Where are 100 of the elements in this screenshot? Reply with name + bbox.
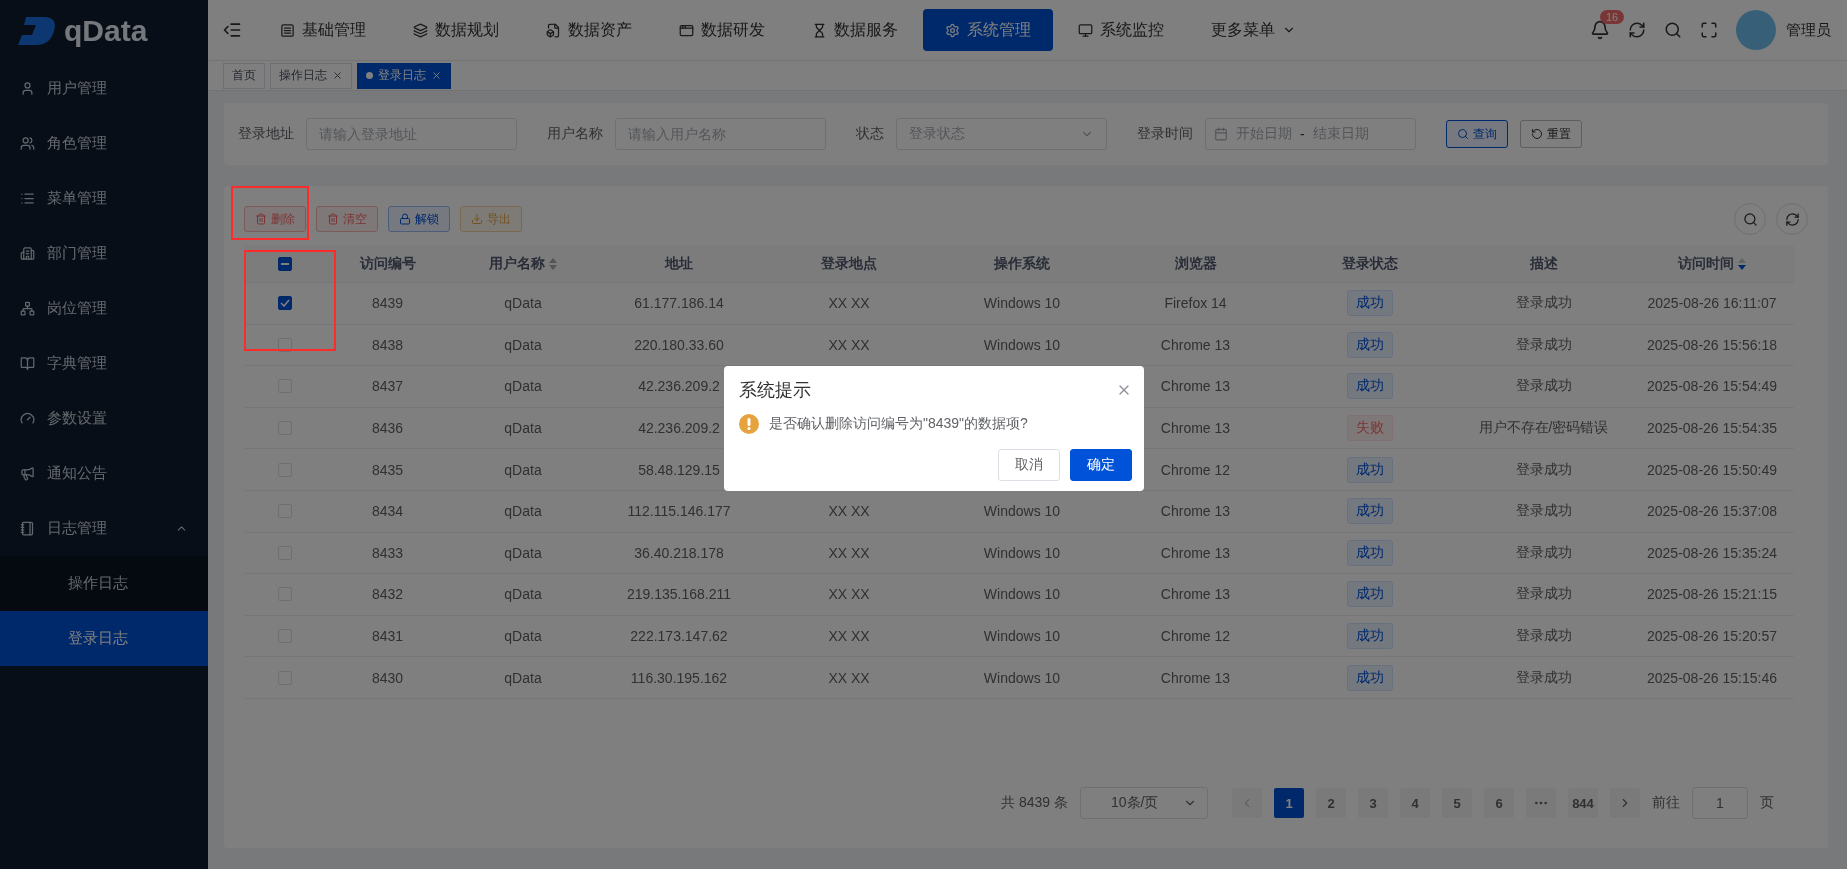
refresh-icon[interactable] [1628, 21, 1646, 39]
page-button[interactable]: 4 [1400, 788, 1430, 818]
table-cell: 8438 [371, 336, 404, 353]
page-button[interactable]: 6 [1484, 788, 1514, 818]
page-button[interactable]: 1 [1274, 788, 1304, 818]
table-cell: 8439 [371, 295, 404, 312]
table-cell: qData [504, 628, 542, 645]
table-cell: 2025-08-26 15:20:57 [1647, 628, 1777, 645]
page-input[interactable]: 1 [1692, 787, 1748, 819]
page-button[interactable]: 5 [1442, 788, 1472, 818]
more-pages-button[interactable] [1526, 788, 1556, 818]
table-cell: XX XX [828, 628, 870, 645]
nav-tab[interactable]: 数据服务 [790, 9, 920, 51]
page-tag[interactable]: 首页 [223, 62, 265, 89]
table-cell: 2025-08-26 15:21:15 [1647, 586, 1777, 603]
table-cell: 8431 [371, 628, 404, 645]
dialog-button[interactable]: 确定 [1070, 449, 1132, 481]
book-icon [20, 356, 35, 371]
row-checkbox[interactable] [277, 296, 292, 311]
nav-tab[interactable]: 数据资产 [524, 9, 654, 51]
sort-icon[interactable] [549, 257, 557, 270]
filter-button[interactable]: 查询 [1446, 120, 1508, 148]
table-cell: 2025-08-26 15:37:08 [1647, 503, 1777, 520]
table-cell: XX XX [828, 336, 870, 353]
column-header: 访问编号 [359, 254, 416, 273]
fullscreen-icon[interactable] [1700, 21, 1718, 39]
column-header: 描述 [1529, 254, 1558, 273]
group-icon [20, 136, 35, 151]
page-button[interactable]: 844 [1568, 788, 1598, 818]
search-icon[interactable] [1664, 21, 1682, 39]
refresh-button[interactable] [1776, 203, 1808, 235]
page-tag[interactable]: 登录日志 [357, 62, 451, 89]
table-cell: 2025-08-26 15:54:35 [1647, 420, 1777, 437]
sidebar-item[interactable]: 字典管理 [0, 336, 208, 391]
panel-icon [280, 22, 295, 38]
table-cell: XX XX [828, 295, 870, 312]
sort-icon[interactable] [1738, 257, 1746, 270]
page-button[interactable]: 3 [1358, 788, 1388, 818]
page-size-select[interactable]: 10条/页 [1080, 787, 1208, 819]
table-cell: Chrome 13 [1160, 420, 1231, 437]
sidebar-item[interactable]: 日志管理 [0, 501, 208, 556]
gear-icon [945, 22, 960, 38]
sidebar-item[interactable]: 部门管理 [0, 226, 208, 281]
user-icon [20, 81, 35, 96]
sidebar-item[interactable]: 通知公告 [0, 446, 208, 501]
file-icon [546, 22, 561, 38]
total-count: 共 8439 条 [1001, 794, 1068, 812]
table-cell: 登录成功 [1515, 585, 1572, 604]
toolbar-button[interactable]: 解锁 [388, 206, 450, 232]
filter-button[interactable]: 重置 [1520, 120, 1582, 148]
table-cell: XX XX [828, 503, 870, 520]
nav-tab[interactable]: 系统管理 [923, 9, 1053, 51]
megaphone-icon [20, 466, 35, 481]
sidebar-item[interactable]: 岗位管理 [0, 281, 208, 336]
table-cell: 8432 [371, 586, 404, 603]
logo-icon [18, 14, 58, 47]
table-cell: 112.115.146.177 [627, 503, 731, 520]
nav-tab[interactable]: 基础管理 [258, 9, 388, 51]
nav-tab[interactable]: 数据研发 [657, 9, 787, 51]
table-cell: XX XX [828, 586, 870, 603]
table-cell: 2025-08-26 16:11:07 [1647, 295, 1777, 312]
sidebar-subitem[interactable]: 登录日志 [0, 611, 208, 666]
table-cell: 220.180.33.60 [634, 336, 724, 353]
sidebar-item[interactable]: 用户管理 [0, 61, 208, 116]
nav-tab[interactable]: 数据规划 [391, 9, 521, 51]
table-cell: 登录成功 [1515, 294, 1572, 313]
bell-icon[interactable] [1590, 20, 1610, 40]
sidebar-item[interactable]: 角色管理 [0, 116, 208, 171]
close-icon [332, 70, 343, 81]
table-cell: Chrome 12 [1160, 628, 1231, 645]
close-icon [431, 70, 442, 81]
next-page-button[interactable] [1610, 788, 1640, 818]
dialog-button[interactable]: 取消 [998, 449, 1060, 481]
page-button[interactable]: 2 [1316, 788, 1346, 818]
prev-page-button[interactable] [1232, 788, 1262, 818]
toolbar-button[interactable]: 删除 [244, 206, 306, 232]
table-cell: qData [504, 544, 542, 561]
sidebar-subitem[interactable]: 操作日志 [0, 556, 208, 611]
nav-tab[interactable]: 更多菜单 [1189, 9, 1318, 51]
table-cell: XX XX [828, 669, 870, 686]
table-cell: Windows 10 [983, 586, 1061, 603]
avatar[interactable] [1736, 10, 1776, 50]
warning-icon [739, 414, 759, 434]
page-tag[interactable]: 操作日志 [270, 62, 352, 89]
nav-tab[interactable]: 系统监控 [1056, 9, 1186, 51]
table-cell: 42.236.209.2 [638, 378, 720, 395]
toolbar-button[interactable]: 清空 [316, 206, 378, 232]
status-tag: 成功 [1347, 331, 1393, 358]
table-cell: 8430 [371, 669, 404, 686]
trash-icon [255, 213, 267, 225]
layers-icon [413, 22, 428, 38]
table-cell: 登录成功 [1515, 627, 1572, 646]
search-button[interactable] [1734, 203, 1766, 235]
select-all-checkbox[interactable] [277, 256, 292, 271]
user-name[interactable]: 管理员 [1786, 20, 1831, 40]
table-cell: 8435 [371, 461, 404, 478]
sidebar-item[interactable]: 参数设置 [0, 391, 208, 446]
sidebar-item[interactable]: 菜单管理 [0, 171, 208, 226]
menu-toggle-icon[interactable] [222, 20, 242, 40]
table-cell: qData [504, 461, 542, 478]
